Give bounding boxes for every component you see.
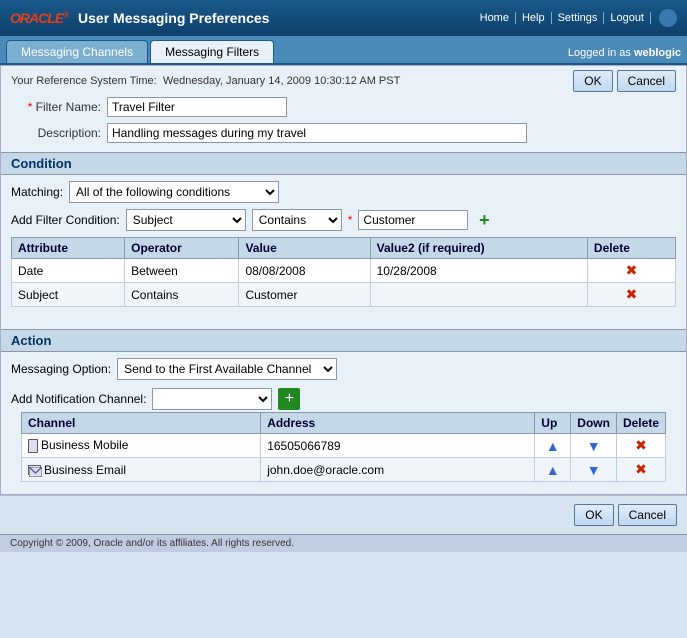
description-input[interactable] [107, 123, 527, 143]
delete-channel-icon[interactable]: ✖ [635, 461, 647, 477]
app-title: User Messaging Preferences [78, 10, 269, 26]
nav-home[interactable]: Home [474, 12, 516, 24]
description-row: Description: [1, 120, 686, 146]
down-icon[interactable]: ▼ [587, 438, 601, 454]
notification-channel-select[interactable] [152, 388, 272, 410]
condition-section-body: Matching: All of the following condition… [1, 175, 686, 323]
login-status: Logged in as weblogic [568, 47, 681, 63]
attr-cell: Date [12, 259, 125, 283]
copyright-text: Copyright © 2009, Oracle and/or its affi… [10, 538, 294, 549]
table-row: Business Email john.doe@oracle.com ▲ ▼ ✖ [22, 458, 666, 482]
tabs-bar: Messaging Channels Messaging Filters Log… [0, 36, 687, 65]
up-cell[interactable]: ▲ [535, 458, 571, 482]
val-cell: 08/08/2008 [239, 259, 370, 283]
table-row: Date Between 08/08/2008 10/28/2008 ✖ [12, 259, 676, 283]
address-cell: john.doe@oracle.com [261, 458, 535, 482]
footer: Copyright © 2009, Oracle and/or its affi… [0, 534, 687, 552]
matching-row: Matching: All of the following condition… [11, 181, 676, 203]
col-attribute: Attribute [12, 238, 125, 259]
table-row: Business Mobile 16505066789 ▲ ▼ ✖ [22, 434, 666, 458]
delete-cell[interactable]: ✖ [587, 259, 675, 283]
nav-help[interactable]: Help [516, 12, 552, 24]
add-filter-label: Add Filter Condition: [11, 213, 120, 227]
main-content: Your Reference System Time: Wednesday, J… [0, 65, 687, 495]
address-cell: 16505066789 [261, 434, 535, 458]
description-label: Description: [11, 126, 101, 140]
op-cell: Between [125, 259, 239, 283]
up-icon[interactable]: ▲ [546, 438, 560, 454]
messaging-option-label: Messaging Option: [11, 362, 111, 376]
col-up: Up [535, 413, 571, 434]
channel-table: Channel Address Up Down Delete Business … [21, 412, 666, 482]
filter-name-row: * Filter Name: [1, 94, 686, 120]
channel-table-wrap: Channel Address Up Down Delete Business … [11, 412, 676, 488]
op-cell: Contains [125, 283, 239, 307]
col-address: Address [261, 413, 535, 434]
up-cell[interactable]: ▲ [535, 434, 571, 458]
delete-ch-cell[interactable]: ✖ [616, 458, 665, 482]
nav-settings[interactable]: Settings [552, 12, 605, 24]
col-delete: Delete [587, 238, 675, 259]
nav-logout[interactable]: Logout [604, 12, 651, 24]
col-operator: Operator [125, 238, 239, 259]
header-nav: Home Help Settings Logout [474, 9, 677, 27]
add-notification-row: Add Notification Channel: + [11, 386, 676, 412]
app-header: ORACLE® User Messaging Preferences Home … [0, 0, 687, 36]
attribute-select[interactable]: Subject Date From To Body [126, 209, 246, 231]
col-value2: Value2 (if required) [370, 238, 587, 259]
val-cell: Customer [239, 283, 370, 307]
delete-icon[interactable]: ✖ [626, 262, 638, 278]
mobile-icon [28, 439, 38, 453]
messaging-option-row: Messaging Option: Send to the First Avai… [11, 358, 676, 380]
add-channel-button[interactable]: + [278, 388, 300, 410]
delete-icon[interactable]: ✖ [626, 286, 638, 302]
add-filter-condition-row: Add Filter Condition: Subject Date From … [11, 209, 676, 231]
val2-cell: 10/28/2008 [370, 259, 587, 283]
condition-section-header: Condition [1, 152, 686, 175]
ref-system-time: Your Reference System Time: Wednesday, J… [11, 75, 400, 87]
down-cell[interactable]: ▼ [571, 434, 617, 458]
operator-select[interactable]: Contains Equals Starts with Ends with Be… [252, 209, 342, 231]
messaging-option-select[interactable]: Send to the First Available Channel Send… [117, 358, 337, 380]
matching-select[interactable]: All of the following conditions Any of t… [69, 181, 279, 203]
col-down: Down [571, 413, 617, 434]
tab-messaging-filters[interactable]: Messaging Filters [150, 40, 274, 63]
filter-name-input[interactable] [107, 97, 287, 117]
val2-cell [370, 283, 587, 307]
email-icon [28, 465, 41, 475]
top-ok-button[interactable]: OK [573, 70, 612, 92]
bottom-cancel-button[interactable]: Cancel [618, 504, 677, 526]
bottom-ok-button[interactable]: OK [574, 504, 613, 526]
action-section-header: Action [1, 329, 686, 352]
user-icon [659, 9, 677, 27]
channel-cell: Business Mobile [22, 434, 261, 458]
delete-cell[interactable]: ✖ [587, 283, 675, 307]
table-row: Subject Contains Customer ✖ [12, 283, 676, 307]
delete-ch-cell[interactable]: ✖ [616, 434, 665, 458]
add-notification-label: Add Notification Channel: [11, 392, 146, 406]
condition-table-wrap: Attribute Operator Value Value2 (if requ… [11, 237, 676, 317]
col-channel: Channel [22, 413, 261, 434]
tab-messaging-channels[interactable]: Messaging Channels [6, 40, 148, 63]
filter-value-input[interactable] [358, 210, 468, 230]
bottom-actions: OK Cancel [0, 495, 687, 534]
action-section-body: Messaging Option: Send to the First Avai… [1, 352, 686, 494]
delete-channel-icon[interactable]: ✖ [635, 437, 647, 453]
top-cancel-button[interactable]: Cancel [617, 70, 676, 92]
down-cell[interactable]: ▼ [571, 458, 617, 482]
add-condition-button[interactable]: + [474, 210, 494, 230]
matching-label: Matching: [11, 185, 63, 199]
col-value: Value [239, 238, 370, 259]
down-icon[interactable]: ▼ [587, 462, 601, 478]
channel-cell: Business Email [22, 458, 261, 482]
required-marker: * [348, 213, 353, 227]
col-delete-ch: Delete [616, 413, 665, 434]
up-icon[interactable]: ▲ [546, 462, 560, 478]
logo-area: ORACLE® User Messaging Preferences [10, 10, 269, 26]
attr-cell: Subject [12, 283, 125, 307]
condition-table: Attribute Operator Value Value2 (if requ… [11, 237, 676, 307]
filter-name-label: * Filter Name: [11, 100, 101, 114]
oracle-logo: ORACLE® [10, 10, 68, 26]
